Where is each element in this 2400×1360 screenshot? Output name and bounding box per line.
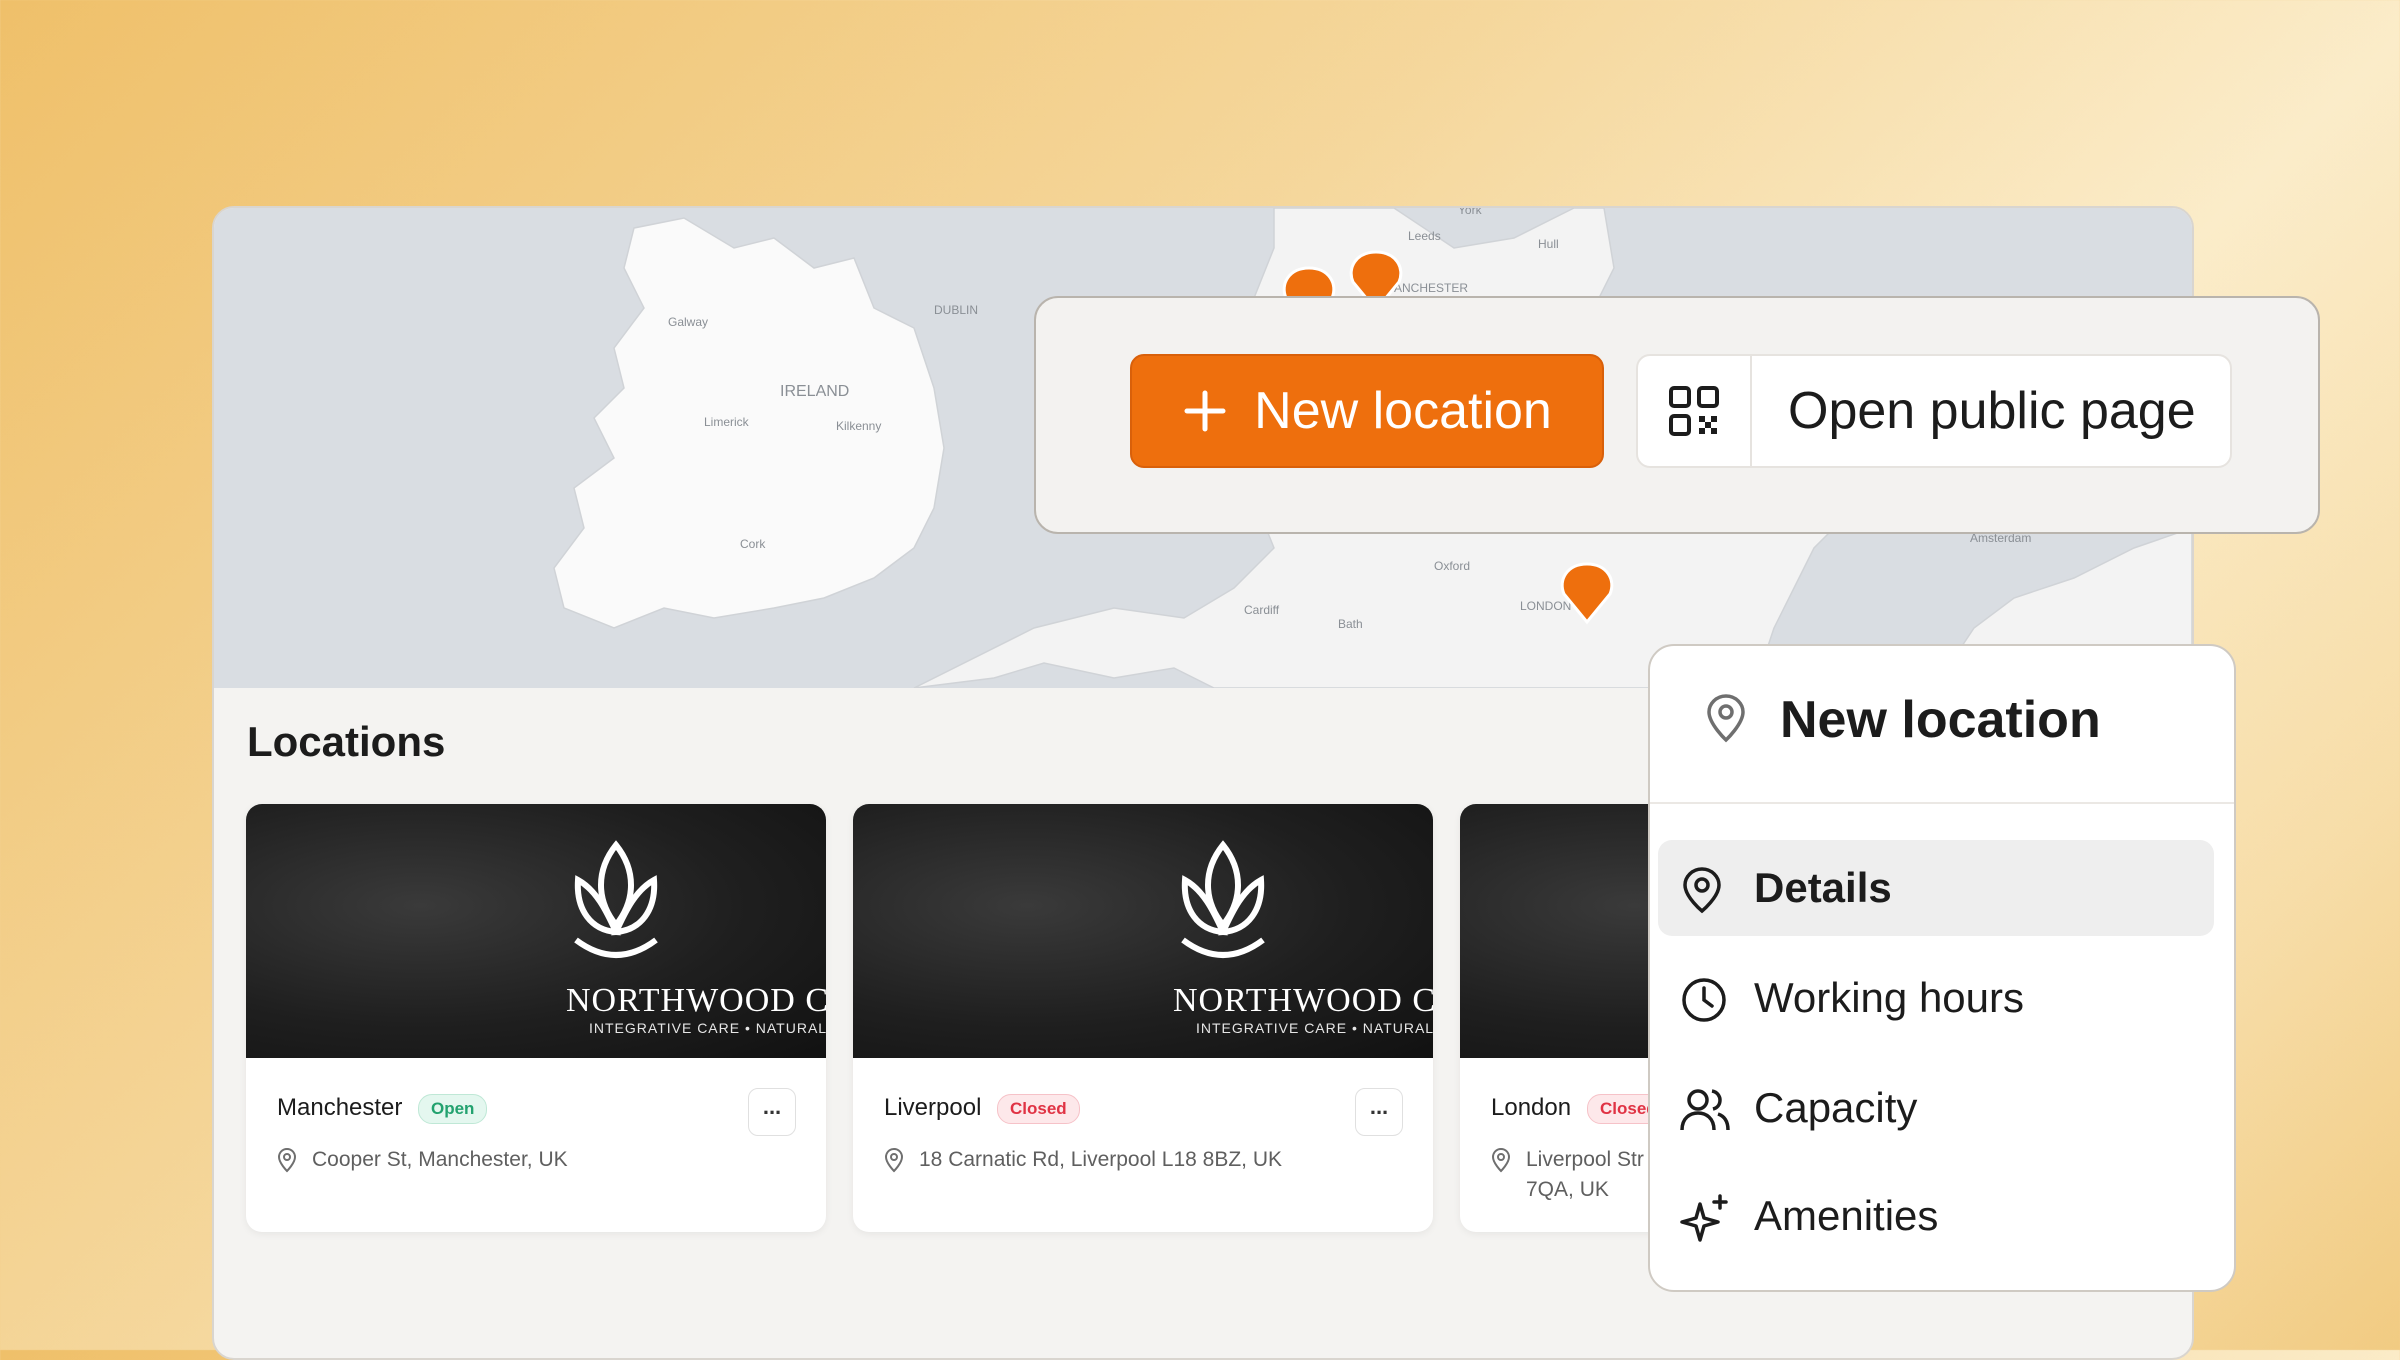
- map-label-york: York: [1458, 208, 1483, 217]
- location-pin-icon: [884, 1147, 904, 1173]
- clock-icon: [1682, 978, 1726, 1022]
- locations-heading: Locations: [247, 718, 446, 765]
- brand-name: NORTHWOOD CL: [566, 982, 826, 1019]
- brand-logo-icon: [1181, 840, 1265, 958]
- more-options-button[interactable]: ...: [748, 1088, 796, 1136]
- location-pin-icon: [1491, 1147, 1511, 1173]
- open-public-page-button[interactable]: Open public page: [1636, 354, 2232, 468]
- menu-item-capacity[interactable]: Capacity: [1658, 1060, 2214, 1156]
- address-line-2: 7QA, UK: [1526, 1178, 1609, 1201]
- menu-item-details[interactable]: Details: [1658, 840, 2214, 936]
- card-location-name: Manchester: [277, 1094, 403, 1121]
- menu-title: New location: [1780, 691, 2101, 749]
- card-banner-image: NORTHWOOD CL INTEGRATIVE CARE • NATURAL …: [246, 804, 826, 1058]
- map-label-london: LONDON: [1520, 599, 1571, 613]
- brand-tagline: INTEGRATIVE CARE • NATURAL WEL: [1196, 1020, 1433, 1036]
- address-line-1: Liverpool Str: [1526, 1148, 1644, 1171]
- map-label-galway: Galway: [668, 315, 708, 329]
- new-location-button[interactable]: New location: [1130, 354, 1604, 468]
- map-land-ireland: [553, 217, 945, 629]
- status-badge: Closed: [997, 1094, 1080, 1124]
- brand-logo-icon: [574, 840, 658, 958]
- location-pin-icon: [1683, 867, 1721, 914]
- card-location-name: London: [1491, 1094, 1572, 1121]
- location-card-liverpool[interactable]: NORTHWOOD CL INTEGRATIVE CARE • NATURAL …: [853, 804, 1433, 1232]
- new-location-menu: New location Details Working hours Capac…: [1648, 644, 2236, 1292]
- map-label-leeds: Leeds: [1408, 229, 1441, 243]
- card-location-name: Liverpool: [884, 1094, 982, 1121]
- address-line-1: Cooper St, Manchester, UK: [312, 1148, 568, 1171]
- qr-code-icon: [1669, 386, 1719, 436]
- qr-code-section[interactable]: [1638, 356, 1752, 466]
- sparkles-icon: [1680, 1194, 1728, 1242]
- location-pin-icon: [277, 1147, 297, 1173]
- menu-item-label: Working hours: [1754, 974, 2025, 1021]
- menu-item-label: Amenities: [1754, 1192, 1939, 1239]
- map-label-dublin: DUBLIN: [934, 303, 978, 317]
- address-line-1: 18 Carnatic Rd, Liverpool L18 8BZ, UK: [919, 1148, 1283, 1171]
- status-badge: Open: [418, 1094, 488, 1124]
- card-address: 18 Carnatic Rd, Liverpool L18 8BZ, UK: [919, 1145, 1282, 1175]
- map-label-bath: Bath: [1338, 617, 1363, 631]
- menu-header: New location: [1650, 646, 2234, 804]
- map-label-limerick: Limerick: [704, 415, 750, 429]
- card-banner-image: NORTHWOOD CL INTEGRATIVE CARE • NATURAL …: [853, 804, 1433, 1058]
- map-label-cardiff: Cardiff: [1244, 603, 1280, 617]
- new-location-label: New location: [1254, 382, 1552, 440]
- menu-item-label: Capacity: [1754, 1084, 1918, 1131]
- users-icon: [1680, 1089, 1730, 1131]
- map-label-hull: Hull: [1538, 237, 1559, 251]
- menu-item-working-hours[interactable]: Working hours: [1658, 950, 2214, 1046]
- map-label-kilkenny: Kilkenny: [836, 419, 881, 433]
- more-options-button[interactable]: ...: [1355, 1088, 1403, 1136]
- map-label-cork: Cork: [740, 537, 766, 551]
- map-label-ireland: IRELAND: [780, 383, 849, 400]
- plus-icon: [1184, 390, 1226, 432]
- brand-tagline: INTEGRATIVE CARE • NATURAL WEL: [589, 1020, 826, 1036]
- action-toolbar-panel: New location Open public page: [1034, 296, 2320, 534]
- location-card-manchester[interactable]: NORTHWOOD CL INTEGRATIVE CARE • NATURAL …: [246, 804, 826, 1232]
- card-address: Liverpool Str 7QA, UK: [1526, 1145, 1644, 1205]
- menu-item-label: Details: [1754, 864, 1892, 911]
- menu-item-amenities[interactable]: Amenities: [1658, 1168, 2214, 1264]
- brand-name: NORTHWOOD CL: [1173, 982, 1433, 1019]
- location-pin-icon: [1707, 694, 1745, 743]
- open-public-page-label: Open public page: [1788, 382, 2196, 440]
- card-address: Cooper St, Manchester, UK: [312, 1145, 568, 1175]
- map-label-oxford: Oxford: [1434, 559, 1470, 573]
